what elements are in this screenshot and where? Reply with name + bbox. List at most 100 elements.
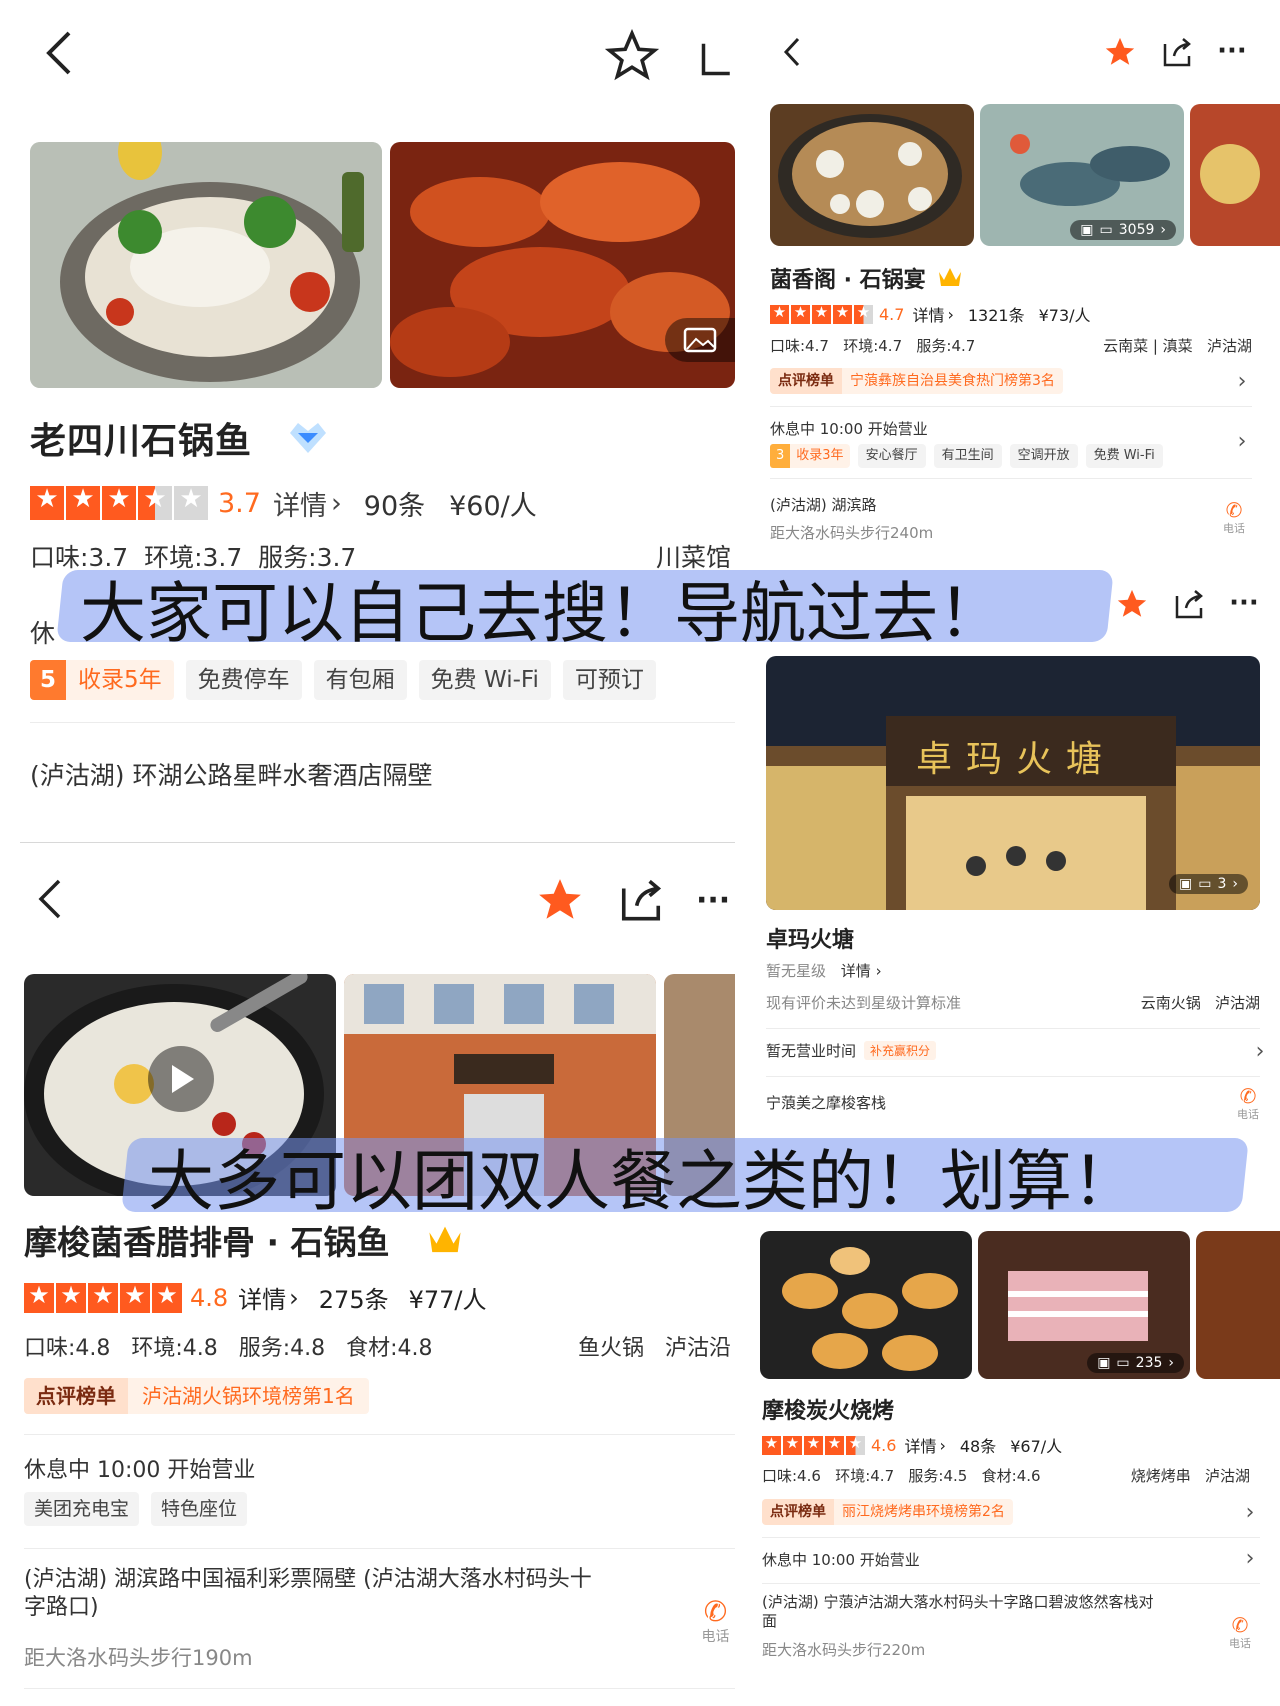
address[interactable]: (泸沽湖) 宁蒗泸沽湖大落水村码头十字路口碧波悠然客栈对面 [762, 1593, 1162, 1631]
rating-row: 暂无星级 详情 › [766, 960, 882, 981]
detail-link[interactable]: 详情 [904, 1433, 936, 1457]
rating-row: ★ ★ ★ ★ ★ 4.6 详情 › 48条 ¥67/人 [762, 1433, 1062, 1457]
divider [766, 1028, 1260, 1029]
favorite-star-icon[interactable] [604, 28, 660, 84]
divider [30, 722, 735, 723]
photo-storefront[interactable]: 卓玛火塘 ▣ ▭ 3 › [766, 656, 1260, 910]
tags-row: 美团充电宝 特色座位 [24, 1492, 248, 1526]
share-icon[interactable] [616, 874, 666, 926]
video-icon: ▭ [1099, 222, 1113, 238]
detail-link[interactable]: 详情 [238, 1280, 286, 1315]
photo-count-badge[interactable]: ▣ ▭ 235 › [1087, 1353, 1184, 1373]
video-icon: ▭ [1116, 1355, 1130, 1371]
photo-fish-pot[interactable] [30, 142, 382, 388]
review-count: 48条 [959, 1437, 997, 1456]
rating-stars: ★ ★ ★ ★ ★ [770, 304, 873, 324]
panel-divider [20, 842, 735, 843]
divider [766, 1076, 1260, 1077]
phone-button[interactable]: ✆ 电话 [1214, 500, 1254, 536]
phone-button[interactable]: ✆ 电话 [1228, 1086, 1268, 1122]
business-status: 休息中 10:00 开始营业 [762, 1551, 920, 1569]
chevron-right-icon[interactable]: › [1250, 1038, 1270, 1064]
address[interactable]: 宁蒗美之摩梭客栈 [766, 1092, 886, 1113]
share-icon[interactable] [1172, 586, 1206, 622]
restaurant-name: 卓玛火塘 [766, 928, 855, 953]
photo-fish-soup[interactable]: ▣ ▭ 3059 › [980, 104, 1184, 246]
divider [770, 406, 1252, 407]
favorite-star-filled-icon[interactable] [1114, 586, 1150, 622]
crown-icon [936, 262, 964, 290]
restaurant-card-mosuo-junxiang: ··· 摩梭菌香腊排骨 · 石锅鱼 ★ ★ ★ ★ ★ 4.8 详情 › 275… [0, 848, 735, 1706]
rating-value: 3.7 [218, 487, 261, 519]
photo-shrimp[interactable] [390, 142, 735, 388]
price-per-person: ¥60/人 [449, 490, 537, 522]
chevron-right-icon: › [939, 1435, 946, 1455]
tag: 有包厢 [313, 660, 407, 700]
review-count: 275条 [318, 1286, 389, 1314]
more-icon[interactable]: ··· [696, 882, 735, 918]
status-partial: 休 [30, 619, 56, 648]
years-badge: 3 收录3年 [770, 444, 850, 468]
play-video-icon[interactable] [148, 1046, 214, 1112]
chevron-right-icon[interactable]: › [1240, 1545, 1260, 1571]
tag: 美团充电宝 [24, 1492, 140, 1526]
address[interactable]: (泸沽湖) 湖滨路 [770, 494, 876, 515]
chevron-right-icon[interactable]: › [1232, 428, 1252, 454]
chevron-right-icon[interactable]: › [1240, 1499, 1260, 1525]
sub-scores: 口味:4.7 环境:4.7 服务:4.7 [770, 337, 976, 355]
tag: 特色座位 [151, 1492, 248, 1526]
photo-pork-belly[interactable]: ▣ ▭ 235 › [978, 1231, 1190, 1379]
address[interactable]: (泸沽湖) 湖滨路中国福利彩票隔壁 (泸沽湖大落水村码头十字路口) [24, 1566, 604, 1622]
favorite-star-filled-icon[interactable] [1102, 34, 1138, 70]
chevron-right-icon: › [947, 304, 954, 324]
photo-count-badge[interactable]: ▣ ▭ 3059 › [1070, 220, 1176, 240]
detail-link[interactable]: 详情 [841, 962, 871, 980]
rating-row: ★ ★ ★ ★ ★ 3.7 详情 › 90条 ¥60/人 [30, 484, 537, 522]
ranking-badge[interactable]: 点评榜单 泸沽湖火锅环境榜第1名 [24, 1378, 369, 1414]
back-icon[interactable] [38, 28, 78, 78]
more-icon[interactable]: ··· [1212, 36, 1252, 66]
chevron-right-icon[interactable]: › [1232, 368, 1252, 394]
share-icon[interactable] [700, 30, 735, 82]
back-icon[interactable] [780, 34, 804, 70]
tag: 空调开放 [1009, 444, 1078, 468]
photo-count-badge[interactable]: ▣ ▭ 3 › [1169, 874, 1248, 894]
phone-button[interactable]: ✆ 电话 [1220, 1615, 1260, 1651]
ranking-badge[interactable]: 点评榜单 丽江烧烤烤串环境榜第2名 [762, 1499, 1013, 1525]
chevron-right-icon: › [330, 487, 342, 519]
diamond-badge-icon [284, 418, 332, 458]
photo-stone-pot-mushroom[interactable] [770, 104, 974, 246]
photo-grill[interactable] [760, 1231, 972, 1379]
gallery-icon: ▣ [1080, 222, 1094, 238]
back-icon[interactable] [32, 876, 68, 922]
detail-link[interactable]: 详情 [273, 484, 327, 523]
share-icon[interactable] [1160, 34, 1194, 70]
gallery-icon[interactable] [665, 318, 735, 362]
rating-value: 4.8 [190, 1283, 229, 1312]
rating-stars: ★ ★ ★ ★ ★ [762, 1435, 865, 1455]
photo-third[interactable] [1196, 1231, 1280, 1379]
rating-row: ★ ★ ★ ★ ★ 4.8 详情 › 275条 ¥77/人 [24, 1280, 487, 1315]
favorite-star-filled-icon[interactable] [534, 874, 586, 926]
restaurant-name: 菌香阁 · 石锅宴 [770, 268, 926, 293]
store-sign: 卓玛火塘 [916, 739, 1117, 780]
photo-third[interactable] [1190, 104, 1280, 246]
tags-row: 5 收录5年 免费停车 有包厢 免费 Wi-Fi 可预订 [30, 660, 656, 700]
tag: 免费停车 [185, 660, 302, 700]
hours-row[interactable]: 暂无营业时间 补充赢积分 [766, 1040, 937, 1061]
detail-link[interactable]: 详情 [912, 302, 944, 326]
divider [770, 478, 1252, 479]
address[interactable]: (泸沽湖) 环湖公路星畔水奢酒店隔壁 [30, 756, 432, 792]
category: 云南菜 | 滇菜 泸沽湖 [1103, 337, 1252, 355]
more-icon[interactable]: ··· [1224, 588, 1264, 618]
phone-button[interactable]: ✆ 电话 [696, 1598, 735, 1646]
years-badge: 5 收录5年 [30, 660, 174, 700]
tag: 安心餐厅 [857, 444, 926, 468]
chevron-right-icon: › [875, 962, 882, 980]
ranking-badge[interactable]: 点评榜单 宁蒗彝族自治县美食热门榜第3名 [770, 368, 1063, 394]
distance: 距大洛水码头步行240m [770, 524, 934, 542]
chevron-right-icon: › [289, 1283, 299, 1312]
distance: 距大洛水码头步行190m [24, 1646, 253, 1670]
price-per-person: ¥77/人 [408, 1286, 487, 1314]
review-count: 1321条 [967, 306, 1025, 325]
